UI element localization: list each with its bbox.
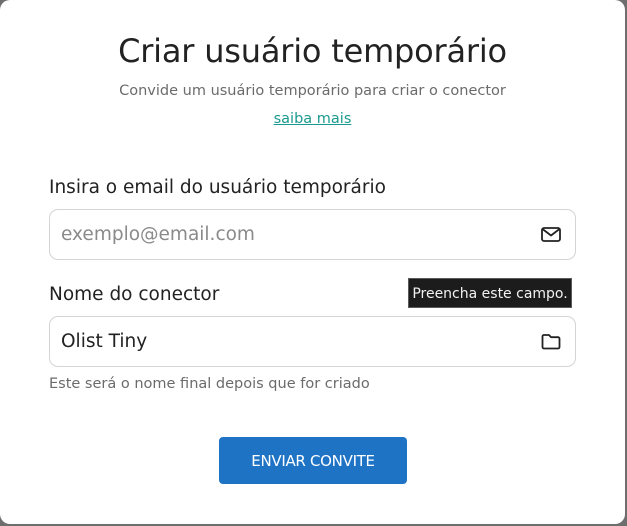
modal-subtitle: Convide um usuário temporário para criar…	[119, 83, 506, 99]
validation-tooltip: Preencha este campo.	[408, 278, 572, 308]
email-field-label: Insira o email do usuário temporário	[49, 177, 386, 198]
folder-icon	[540, 331, 562, 351]
envelope-icon	[540, 224, 562, 244]
email-field-container[interactable]	[49, 209, 576, 260]
modal-title: Criar usuário temporário	[118, 32, 507, 70]
connector-field-container[interactable]	[49, 316, 576, 367]
email-input[interactable]	[61, 210, 521, 259]
connector-field-label: Nome do conector	[49, 284, 220, 305]
connector-name-input[interactable]	[61, 317, 521, 366]
learn-more-container: saiba mais	[0, 111, 625, 127]
send-invite-button[interactable]: ENVIAR CONVITE	[219, 437, 407, 484]
learn-more-link[interactable]: saiba mais	[274, 111, 352, 127]
create-temp-user-modal: Criar usuário temporário Convide um usuá…	[0, 0, 625, 524]
connector-helper-text: Este será o nome final depois que for cr…	[49, 376, 370, 392]
